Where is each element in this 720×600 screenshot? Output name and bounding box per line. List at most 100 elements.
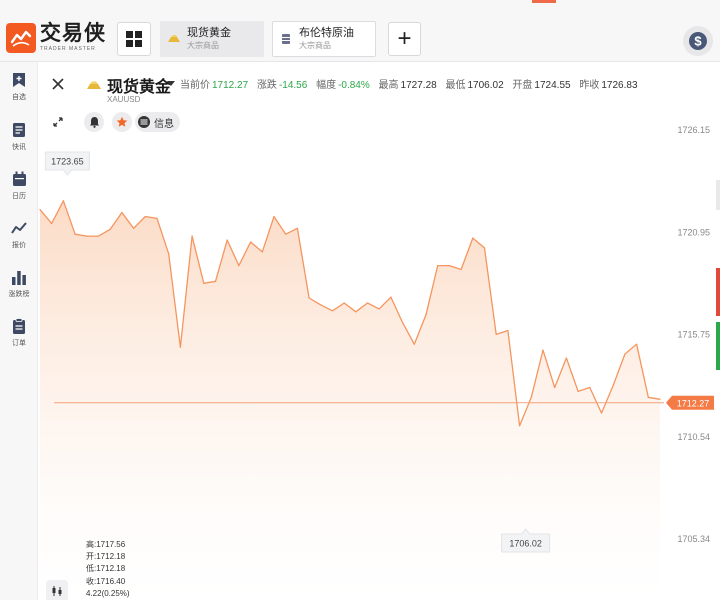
tab-sublabel: 大宗商品: [299, 40, 331, 50]
price-point: [320, 304, 322, 306]
price-point: [472, 237, 474, 239]
close-icon: [52, 78, 64, 90]
ohlc-high: 高:1717.56: [86, 540, 126, 549]
price-point: [460, 268, 462, 271]
price-point: [390, 296, 392, 298]
close-button[interactable]: [46, 72, 70, 96]
price-point: [530, 396, 532, 398]
sidebar-item-label: 涨跌榜: [8, 291, 30, 298]
expand-icon: [53, 117, 63, 127]
svg-text:$: $: [694, 34, 702, 49]
dollar-icon: $: [689, 32, 707, 50]
price-point: [483, 247, 486, 249]
price-point: [62, 200, 64, 202]
price-point: [659, 398, 661, 400]
price-point: [565, 357, 568, 359]
grid-view-button[interactable]: [117, 22, 151, 56]
open-value: 1724.55: [534, 80, 571, 91]
range-label: 幅度: [316, 80, 337, 91]
sidebar-item-quotes[interactable]: 报价: [0, 220, 38, 250]
tab-label: 布伦特原油: [299, 26, 354, 39]
price-point: [425, 314, 427, 316]
price-point: [519, 425, 521, 427]
expand-button[interactable]: [46, 110, 70, 134]
price-point: [636, 343, 638, 345]
candlestick-icon: [52, 586, 62, 596]
price-point: [366, 302, 369, 304]
app-window: 交易侠 TRADER MASTER 现货黄金 大宗商品 布伦特原油 大宗商品 +…: [0, 0, 720, 600]
price-point: [343, 302, 345, 304]
tab-gold[interactable]: 现货黄金 大宗商品: [160, 21, 264, 57]
info-button[interactable]: 信息: [135, 112, 180, 132]
price-point: [437, 265, 439, 267]
price-point: [413, 343, 415, 345]
sidebar-item-watchlist[interactable]: 自选: [0, 72, 38, 102]
price-point: [331, 310, 334, 312]
bell-icon: [89, 117, 99, 128]
buy-indicator: [716, 322, 720, 370]
price-point: [495, 333, 497, 335]
logo: 交易侠 TRADER MASTER: [6, 23, 106, 53]
sidebar-item-label: 订单: [12, 340, 26, 347]
alert-button[interactable]: [84, 112, 104, 132]
sell-indicator: [716, 268, 720, 316]
high-label: 最高: [378, 80, 399, 91]
sidebar-item-calendar[interactable]: 日历: [0, 171, 38, 201]
open-label: 开盘: [512, 80, 533, 91]
sidebar-item-label: 日历: [12, 193, 26, 200]
info-label: 信息: [154, 118, 174, 130]
chevron-down-icon[interactable]: [167, 81, 175, 86]
star-icon: [116, 116, 128, 127]
price-point: [296, 227, 298, 229]
news-icon: [11, 122, 27, 138]
bar-chart-icon: [11, 269, 27, 285]
sidebar-item-news[interactable]: 快讯: [0, 122, 38, 152]
ohlc-readout: 高:1717.56 开:1712.18 低:1712.18 收:1716.40 …: [86, 539, 130, 600]
add-tab-button[interactable]: +: [388, 22, 421, 56]
price-point: [577, 390, 579, 392]
price-chart[interactable]: 1712.27 1726.15 1720.95 1715.75 1710.54 1705.…: [38, 62, 720, 600]
top-indicator: [532, 0, 556, 3]
price-point: [109, 228, 111, 230]
ohlc-open: 开:1712.18: [86, 552, 126, 562]
calendar-icon: [11, 171, 27, 187]
gold-bar-icon: [167, 32, 181, 46]
price-point: [156, 217, 158, 219]
info-icon: [138, 116, 150, 128]
price-point: [121, 211, 123, 214]
tab-brent-oil[interactable]: 布伦特原油 大宗商品: [272, 21, 376, 57]
grid-icon: [126, 31, 142, 47]
y-tick-label: 1710.54: [677, 432, 710, 442]
price-point: [612, 384, 614, 387]
change-label: 涨跌: [256, 80, 277, 91]
y-tick-label: 1705.34: [677, 534, 710, 544]
sidebar-item-rankings[interactable]: 涨跌榜: [0, 269, 38, 299]
price-point: [273, 215, 275, 218]
sidebar-item-orders[interactable]: 订单: [0, 318, 38, 348]
chart-panel: 1712.27 1726.15 1720.95 1715.75 1710.54 1705.…: [38, 62, 720, 600]
current-price-value: 1712.27: [212, 80, 249, 91]
price-point: [191, 235, 193, 237]
ohlc-low: 低:1712.18: [86, 564, 126, 574]
change-value: -14.56: [278, 80, 308, 91]
chart-type-button[interactable]: [46, 580, 68, 600]
symbol-name[interactable]: 现货黄金: [107, 73, 171, 97]
price-point: [378, 308, 380, 310]
favorite-button[interactable]: [112, 112, 132, 132]
price-point: [168, 253, 170, 255]
quote-bar: 当前价 1712.27 涨跌 -14.56 幅度 -0.84% 最高 1727.28 最…: [180, 76, 644, 91]
y-tick-label: 1726.15: [677, 125, 710, 135]
price-point: [144, 215, 146, 218]
price-point: [97, 235, 100, 237]
gold-bar-icon: [86, 78, 102, 96]
price-point: [624, 353, 626, 355]
price-point: [507, 329, 509, 332]
y-tick-label: 1715.75: [677, 330, 710, 340]
current-price-tag-label: 1712.27: [677, 398, 710, 408]
price-point: [74, 233, 76, 235]
price-point: [542, 349, 544, 351]
account-button[interactable]: $: [683, 26, 713, 56]
price-point: [600, 412, 603, 414]
price-area: [40, 200, 660, 600]
price-point: [554, 386, 556, 389]
